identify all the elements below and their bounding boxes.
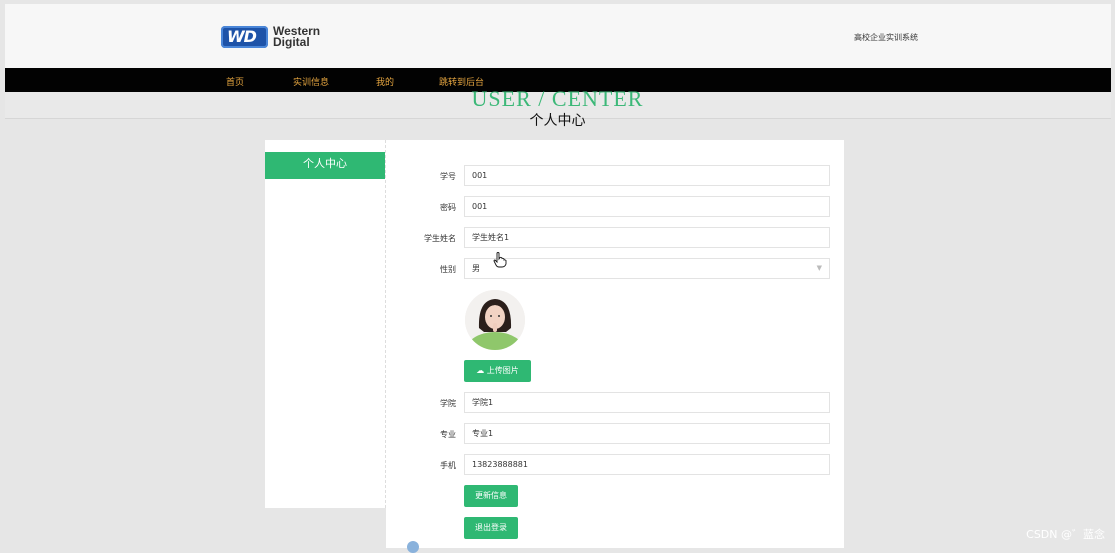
- password-field[interactable]: 001: [464, 196, 830, 217]
- gender-label: 性别: [440, 265, 456, 274]
- sidebar: 个人中心: [265, 140, 386, 508]
- password-label: 密码: [440, 203, 456, 212]
- avatar: [465, 290, 525, 350]
- phone-field[interactable]: 13823888881: [464, 454, 830, 475]
- wd-logo-mark: WD: [221, 26, 268, 48]
- logo-text: Western Digital: [273, 24, 321, 49]
- sidebar-item-personal-center[interactable]: 个人中心: [265, 152, 385, 179]
- major-label: 专业: [440, 430, 456, 439]
- update-info-button[interactable]: 更新信息: [464, 485, 518, 507]
- gender-select[interactable]: 男 ▼: [464, 258, 830, 279]
- page-subtitle: USER / CENTER: [471, 86, 644, 111]
- chevron-down-icon: ▼: [816, 264, 822, 272]
- cloud-upload-icon: ☁: [476, 366, 485, 375]
- student-name-label: 学生姓名: [424, 234, 456, 243]
- upload-image-button[interactable]: ☁ 上传图片: [464, 360, 531, 382]
- major-field[interactable]: 专业1: [464, 423, 830, 444]
- gender-value: 男: [472, 264, 480, 273]
- hand-pointer-icon: [493, 252, 507, 272]
- watermark: CSDN @゛蓝念: [1026, 528, 1105, 541]
- site-header: WD Western Digital 高校企业实训系统: [5, 4, 1111, 68]
- college-field[interactable]: 学院1: [464, 392, 830, 413]
- phone-label: 手机: [440, 461, 456, 470]
- college-label: 学院: [440, 399, 456, 408]
- student-id-label: 学号: [440, 172, 456, 181]
- system-name: 高校企业实训系统: [854, 33, 918, 42]
- student-id-field[interactable]: 001: [464, 165, 830, 186]
- scroll-indicator: [407, 541, 419, 553]
- logo[interactable]: WD Western Digital: [221, 24, 321, 49]
- student-name-field[interactable]: 学生姓名1: [464, 227, 830, 248]
- logout-button[interactable]: 退出登录: [464, 517, 518, 539]
- page-title: 个人中心: [529, 113, 586, 129]
